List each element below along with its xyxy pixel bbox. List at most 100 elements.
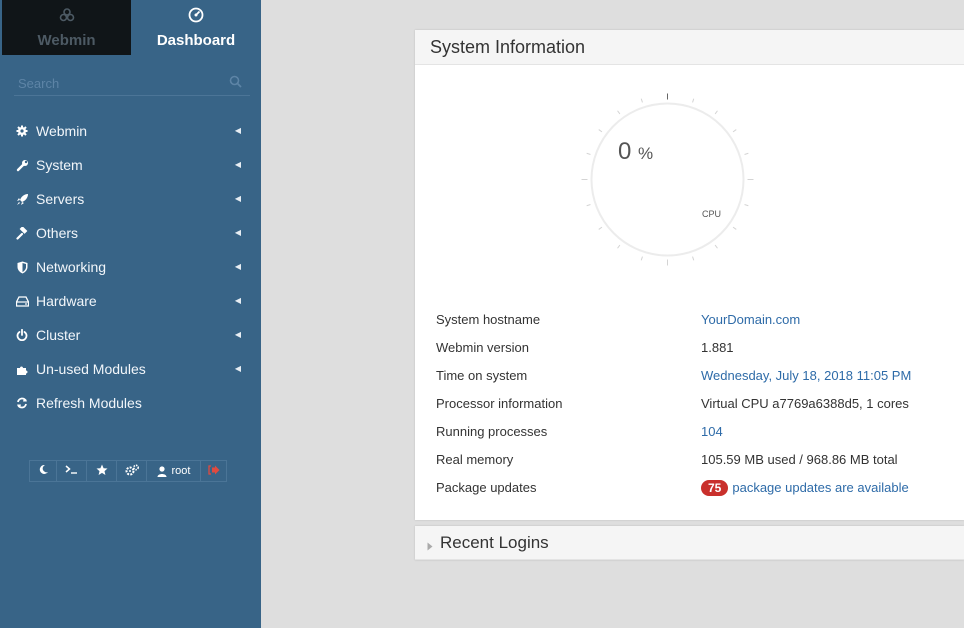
gauge-tick <box>598 226 603 230</box>
gauge-tick <box>617 110 621 115</box>
package-updates-link[interactable]: package updates are available <box>732 480 908 495</box>
panel-title: System Information <box>415 30 964 65</box>
cpu-gauge: 0 % CPU <box>580 92 755 267</box>
night-mode-button[interactable] <box>29 460 57 482</box>
sidebar-item-webmin[interactable]: Webmin ◀ <box>0 114 261 148</box>
gauge-tick <box>586 152 591 155</box>
gavel-icon <box>15 216 29 250</box>
sidebar: Webmin Dashboard Webmin ◀ System ◀ <box>0 0 261 628</box>
sidebar-item-refresh-modules[interactable]: Refresh Modules <box>0 386 261 420</box>
cpu-gauge-value: 0 <box>618 138 632 165</box>
caret-left-icon: ◀ <box>234 160 241 169</box>
sidebar-item-label: Hardware <box>36 293 97 309</box>
terminal-icon <box>65 465 78 477</box>
caret-right-icon <box>427 538 433 556</box>
gauge-tick <box>714 244 718 249</box>
info-row-processes: Running processes 104 <box>436 418 956 446</box>
webmin-logo-icon <box>2 7 131 25</box>
update-count-badge[interactable]: 75 <box>701 480 729 496</box>
refresh-icon <box>15 386 29 420</box>
hostname-link[interactable]: YourDomain.com <box>701 306 800 334</box>
product-switcher: Webmin Dashboard <box>0 0 261 55</box>
caret-left-icon: ◀ <box>234 262 241 271</box>
sidebar-item-networking[interactable]: Networking ◀ <box>0 250 261 284</box>
system-info-table: System hostname YourDomain.com Webmin ve… <box>436 306 956 502</box>
info-key: Package updates <box>436 480 537 495</box>
logout-button[interactable] <box>200 460 227 482</box>
terminal-button[interactable] <box>56 460 87 482</box>
caret-left-icon: ◀ <box>234 364 241 373</box>
moon-icon <box>38 464 49 478</box>
sidebar-item-hardware[interactable]: Hardware ◀ <box>0 284 261 318</box>
info-key: Webmin version <box>436 340 529 355</box>
sidebar-item-label: Refresh Modules <box>36 395 142 411</box>
sidebar-item-servers[interactable]: Servers ◀ <box>0 182 261 216</box>
running-processes-link[interactable]: 104 <box>701 418 723 446</box>
package-updates-value: 75 package updates are available <box>701 474 909 502</box>
user-icon <box>157 465 167 477</box>
sidebar-item-label: Others <box>36 225 79 241</box>
caret-left-icon: ◀ <box>234 228 241 237</box>
gauge-tick <box>598 129 603 133</box>
gauge-tick <box>586 204 591 207</box>
info-row-processor: Processor information Virtual CPU a7769a… <box>436 390 956 418</box>
gauge-tick <box>744 204 749 207</box>
wrench-icon <box>15 148 29 182</box>
sidebar-item-label: Networking <box>36 259 107 275</box>
sign-out-icon <box>207 464 220 478</box>
dashboard-gauge-icon <box>131 7 261 25</box>
rocket-icon <box>15 182 29 216</box>
sidebar-item-others[interactable]: Others ◀ <box>0 216 261 250</box>
recent-logins-title: Recent Logins <box>440 533 549 552</box>
sidebar-item-cluster[interactable]: Cluster ◀ <box>0 318 261 352</box>
gear-icon <box>15 114 29 148</box>
info-key: Time on system <box>436 368 528 383</box>
webmin-switch-button[interactable]: Webmin <box>2 0 131 55</box>
favorites-button[interactable] <box>86 460 117 482</box>
webmin-switch-label: Webmin <box>37 32 96 49</box>
sidebar-toolbar: root <box>29 460 227 484</box>
caret-left-icon: ◀ <box>234 194 241 203</box>
gauge-ring <box>590 102 745 257</box>
star-icon <box>96 464 108 479</box>
cpu-gauge-label: CPU <box>702 209 722 219</box>
gauge-tick <box>640 98 643 103</box>
theme-settings-button[interactable] <box>116 460 147 482</box>
cpu-gauge-unit: % <box>638 144 654 163</box>
dashboard-switch-label: Dashboard <box>156 32 236 49</box>
search-input[interactable] <box>16 73 220 93</box>
info-value: 1.881 <box>701 340 734 355</box>
search-icon[interactable] <box>229 75 242 93</box>
puzzle-icon <box>15 352 29 386</box>
gauge-tick <box>732 226 737 230</box>
cogs-icon <box>125 463 139 479</box>
info-row-webmin-version: Webmin version 1.881 <box>436 334 956 362</box>
gauge-tick <box>617 244 621 249</box>
system-information-panel: System Information 0 % CPU System hostna… <box>415 30 964 520</box>
info-row-time: Time on system Wednesday, July 18, 2018 … <box>436 362 956 390</box>
power-icon <box>15 318 29 352</box>
info-row-package-updates: Package updates 75 package updates are av… <box>436 474 956 502</box>
info-row-hostname: System hostname YourDomain.com <box>436 306 956 334</box>
info-key: System hostname <box>436 312 541 327</box>
dashboard-switch-button[interactable]: Dashboard <box>131 0 261 55</box>
sidebar-item-label: Un-used Modules <box>36 361 146 377</box>
gauge-tick <box>732 129 737 133</box>
caret-left-icon: ◀ <box>234 126 241 135</box>
sidebar-item-label: System <box>36 157 83 173</box>
sidebar-item-label: Cluster <box>36 327 81 343</box>
sidebar-item-label: Servers <box>36 191 85 207</box>
user-button[interactable]: root <box>146 460 201 482</box>
info-key: Processor information <box>436 396 563 411</box>
sidebar-item-system[interactable]: System ◀ <box>0 148 261 182</box>
info-key: Real memory <box>436 452 514 467</box>
sidebar-item-unused-modules[interactable]: Un-used Modules ◀ <box>0 352 261 386</box>
gauge-tick <box>692 256 695 261</box>
gauge-tick <box>744 152 749 155</box>
recent-logins-panel[interactable]: Recent Logins <box>415 526 964 560</box>
system-time-link[interactable]: Wednesday, July 18, 2018 11:05 PM <box>701 362 911 390</box>
caret-left-icon: ◀ <box>234 330 241 339</box>
sidebar-menu: Webmin ◀ System ◀ Servers ◀ Others ◀ Net… <box>0 114 261 420</box>
search-box <box>14 70 250 96</box>
gauge-tick <box>714 110 718 115</box>
